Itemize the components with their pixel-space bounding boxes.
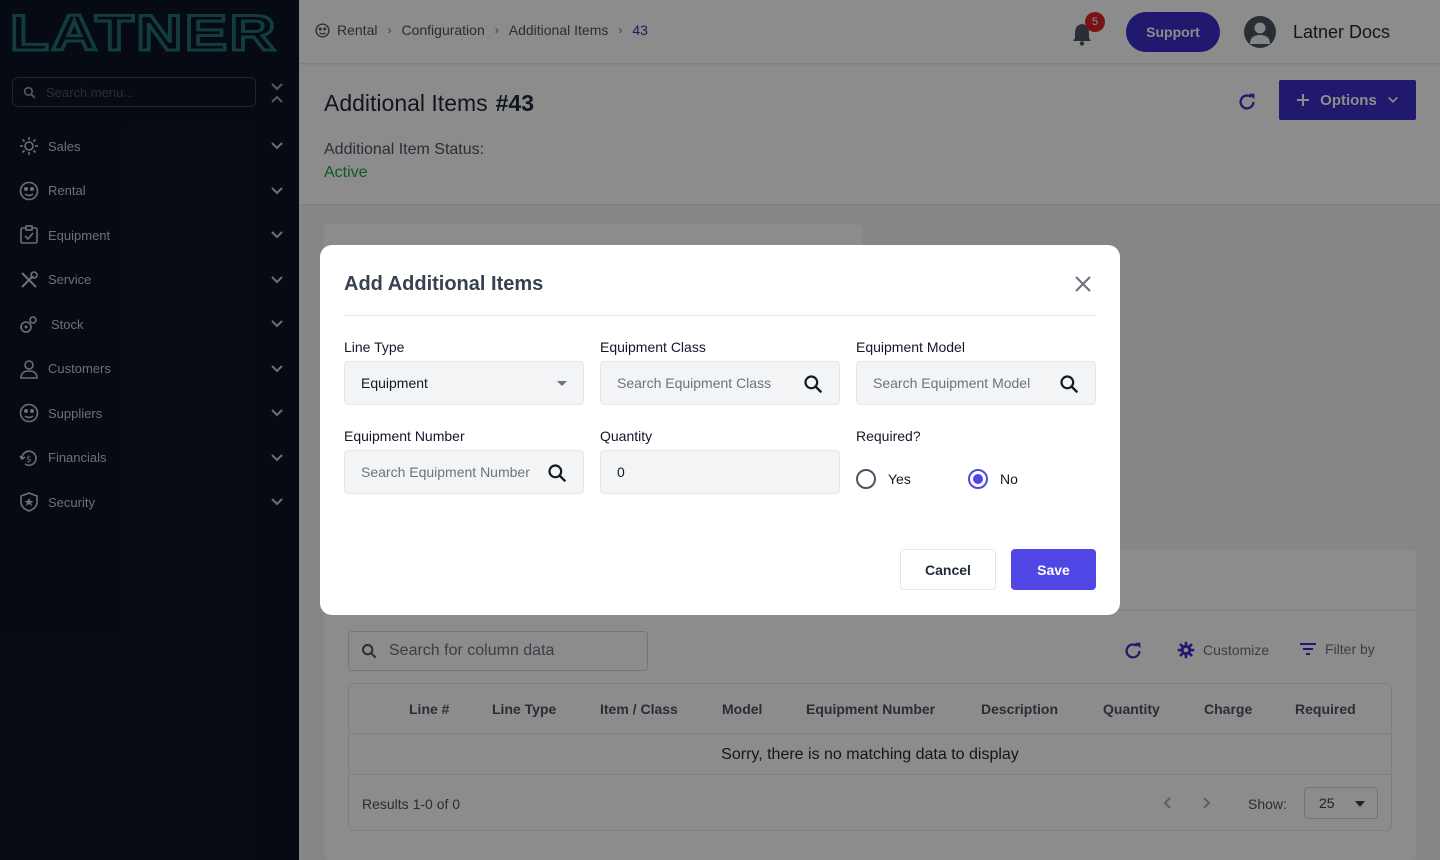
equipment-class-label: Equipment Class <box>600 339 706 355</box>
radio-unchecked[interactable] <box>856 469 876 489</box>
equipment-class-placeholder: Search Equipment Class <box>617 375 772 391</box>
quantity-label: Quantity <box>600 428 653 444</box>
required-no-radio[interactable]: No <box>968 469 1018 489</box>
caret-down-icon <box>557 381 567 386</box>
line-type-label: Line Type <box>344 339 405 355</box>
search-icon[interactable] <box>803 374 823 394</box>
required-no-label: No <box>1000 471 1018 487</box>
search-icon[interactable] <box>1059 374 1079 394</box>
required-yes-label: Yes <box>888 471 911 487</box>
line-type-select[interactable]: Equipment <box>344 361 584 405</box>
equipment-model-placeholder: Search Equipment Model <box>873 375 1031 391</box>
add-additional-items-modal: Add Additional Items Line Type Equipment… <box>320 245 1120 615</box>
quantity-input[interactable]: 0 <box>600 450 840 494</box>
modal-title: Add Additional Items <box>344 273 544 295</box>
equipment-number-input[interactable]: Search Equipment Number <box>344 450 584 494</box>
equipment-model-label: Equipment Model <box>856 339 965 355</box>
required-label: Required? <box>856 428 921 444</box>
save-button[interactable]: Save <box>1011 549 1096 590</box>
search-icon[interactable] <box>547 463 567 483</box>
required-yes-radio[interactable]: Yes <box>856 469 911 489</box>
modal-divider <box>344 315 1096 316</box>
equipment-class-input[interactable]: Search Equipment Class <box>600 361 840 405</box>
quantity-value: 0 <box>617 464 625 480</box>
line-type-value: Equipment <box>361 375 428 391</box>
equipment-number-label: Equipment Number <box>344 428 465 444</box>
close-icon[interactable] <box>1074 275 1092 293</box>
radio-checked[interactable] <box>968 469 988 489</box>
equipment-model-input[interactable]: Search Equipment Model <box>856 361 1096 405</box>
cancel-button[interactable]: Cancel <box>900 549 996 590</box>
equipment-number-placeholder: Search Equipment Number <box>361 464 530 480</box>
